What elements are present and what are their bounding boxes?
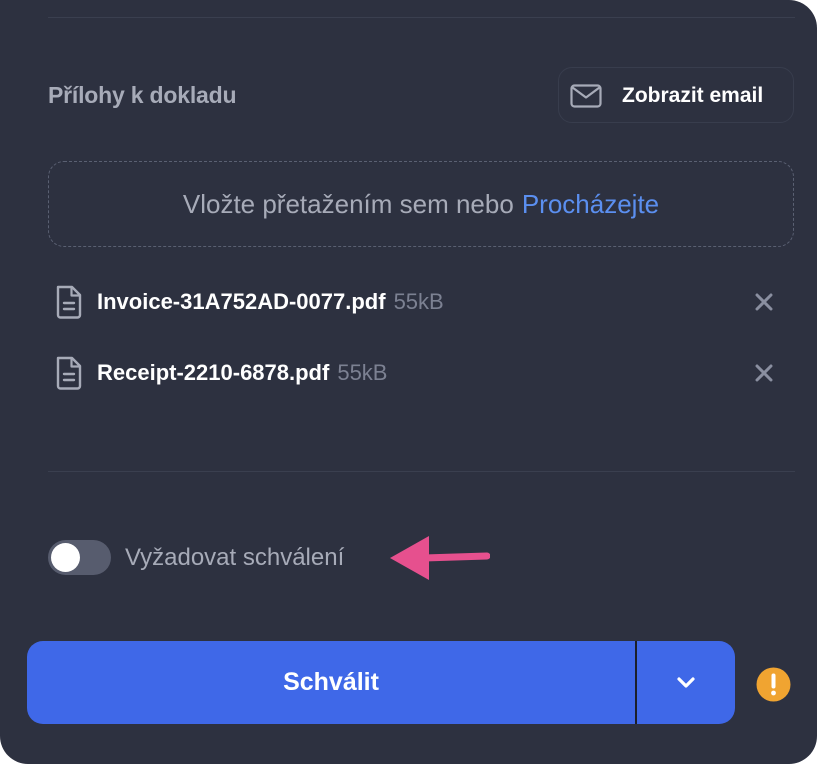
approve-button[interactable]: Schválit xyxy=(27,641,635,724)
envelope-icon xyxy=(570,84,602,108)
show-email-button[interactable]: Zobrazit email xyxy=(558,67,794,123)
file-size: 55kB xyxy=(393,289,444,314)
chevron-down-icon xyxy=(677,677,695,688)
document-icon xyxy=(56,356,82,390)
file-info: Invoice-31A752AD-0077.pdf 55kB xyxy=(97,289,444,315)
approve-options-button[interactable] xyxy=(637,641,735,724)
section-title: Přílohy k dokladu xyxy=(48,82,237,108)
arrow-left-icon xyxy=(390,536,490,580)
file-size: 55kB xyxy=(337,360,388,385)
file-name: Receipt-2210-6878.pdf xyxy=(97,360,330,385)
file-dropzone[interactable]: Vložte přetažením sem nebo Procházejte xyxy=(48,161,794,247)
show-email-label: Zobrazit email xyxy=(622,84,764,107)
remove-file-icon[interactable] xyxy=(754,363,774,383)
file-name: Invoice-31A752AD-0077.pdf xyxy=(97,289,386,314)
file-item: Invoice-31A752AD-0077.pdf 55kB xyxy=(54,282,794,322)
document-icon xyxy=(56,285,82,319)
top-divider xyxy=(48,17,795,18)
toggle-knob xyxy=(51,543,80,572)
file-info: Receipt-2210-6878.pdf 55kB xyxy=(97,360,387,386)
section-divider xyxy=(48,471,795,472)
dropzone-text: Vložte přetažením sem nebo xyxy=(182,188,514,219)
file-item: Receipt-2210-6878.pdf 55kB xyxy=(54,353,794,393)
require-approval-toggle[interactable] xyxy=(48,540,111,575)
attachments-panel: Přílohy k dokladu Zobrazit email Vložte … xyxy=(0,0,817,764)
remove-file-icon[interactable] xyxy=(754,292,774,312)
browse-link[interactable]: Procházejte xyxy=(522,189,659,220)
require-approval-label: Vyžadovat schválení xyxy=(125,544,345,571)
warning-icon xyxy=(756,667,791,702)
